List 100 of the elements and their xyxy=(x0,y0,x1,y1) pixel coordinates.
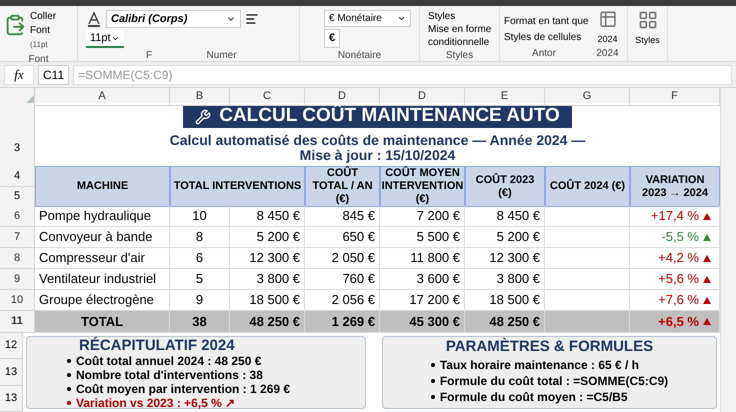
column-header[interactable]: B xyxy=(196,88,204,104)
font-size-dropdown[interactable]: 11pt xyxy=(86,30,124,48)
column-header[interactable]: A xyxy=(98,88,106,104)
group-label: Font xyxy=(27,53,50,67)
table-cell-text: 3 600 € xyxy=(416,270,460,288)
table-cell-text: 6 xyxy=(196,249,204,268)
variation-value: -5,5 % xyxy=(661,228,699,246)
bullet-icon xyxy=(430,379,435,383)
group-label: Antor xyxy=(531,47,557,61)
align-icon[interactable] xyxy=(245,12,259,26)
ribbon-command[interactable]: Styles xyxy=(428,10,491,23)
row-number: 13 xyxy=(4,391,18,406)
number-format-dropdown[interactable]: € Monétaire xyxy=(324,10,411,27)
font-dropdown[interactable]: Calibri (Corps) xyxy=(106,10,241,28)
table-cell-text: 5 500 € xyxy=(416,228,460,246)
subtitle: Calcul automatisé des coûts de maintenance — Année 2024 — xyxy=(170,133,586,148)
table-cell-text: 2 056 € xyxy=(332,291,375,310)
variation-value: +5,6 % xyxy=(658,270,699,288)
variation-value: +4,2 % xyxy=(658,249,699,268)
ribbon-command[interactable]: conditionnelle xyxy=(428,36,491,49)
table-cell-text: 3 800 € xyxy=(496,270,540,288)
bullet-item: Nombre total d'interventions : 38 xyxy=(76,368,263,382)
ribbon-command[interactable]: (11pt xyxy=(30,38,56,52)
title-banner: CALCUL COÛT MAINTENANCE AUTO xyxy=(183,106,572,128)
bullet-item: Formule du coût total : =SOMME(C5:C9) xyxy=(440,373,668,389)
table-cell-text: 5 xyxy=(196,270,204,288)
cell-styles-icon[interactable] xyxy=(638,10,658,30)
table-cell-text: 18 500 € xyxy=(249,291,300,310)
bullet-icon xyxy=(67,401,71,405)
table-cell-text: 17 200 € xyxy=(409,291,460,310)
ribbon-command[interactable]: 2024 xyxy=(597,32,618,46)
card-title: RÉCAPITULATIF 2024 xyxy=(79,337,236,354)
row-number: 7 xyxy=(14,230,20,245)
table-format-icon[interactable] xyxy=(598,10,618,28)
wrench-icon xyxy=(195,108,212,124)
table-cell-text: 11 800 € xyxy=(410,249,460,268)
table-cell-text: Compresseur d'air xyxy=(39,249,145,268)
column-heading: COÛT 2024 (€) xyxy=(545,166,630,207)
row-number: 12 xyxy=(4,338,18,354)
ribbon-command[interactable]: Font xyxy=(30,24,56,38)
ribbon-command[interactable]: Styles xyxy=(635,34,660,48)
table-cell-text: 12 300 € xyxy=(489,249,540,268)
column-header[interactable]: G xyxy=(582,88,592,104)
paste-icon[interactable] xyxy=(4,14,26,36)
group-label: 2024 xyxy=(596,47,619,61)
row-number: 9 xyxy=(14,272,20,287)
table-cell-text: 8 450 € xyxy=(256,207,300,226)
table-cell-text: Groupe électrogène xyxy=(39,291,154,310)
caret-icon xyxy=(397,14,406,23)
row-number: 4 xyxy=(14,168,20,184)
table-cell-text: 8 xyxy=(196,228,204,246)
table-cell-text: 845 € xyxy=(342,207,375,226)
table-cell-text: Pompe hydraulique xyxy=(39,207,152,226)
bullet-icon xyxy=(430,395,435,399)
group-label: Styles xyxy=(444,49,474,62)
ribbon-command[interactable]: Coller xyxy=(30,10,56,24)
column-heading: MACHINE xyxy=(35,166,170,207)
ribbon-command[interactable]: Styles de cellules xyxy=(504,30,584,46)
column-heading: COÛT MOYEN INTERVENTION (€) xyxy=(380,166,465,207)
table-cell-text: Convoyeur à bande xyxy=(39,228,152,246)
row-number: 8 xyxy=(14,250,20,266)
table-cell-text: 5 200 € xyxy=(256,228,300,246)
column-header[interactable]: C xyxy=(263,88,271,104)
group-label: Nonétaire xyxy=(336,48,382,62)
subtitle: Mise à jour : 15/10/2024 xyxy=(300,148,456,163)
scrollbar-track[interactable] xyxy=(720,88,736,412)
column-heading: VARIATION 2023 → 2024 xyxy=(630,166,720,207)
bullet-icon xyxy=(67,387,71,391)
bullet-item: Coût moyen par intervention : 1 269 € xyxy=(76,382,290,396)
bullet-item: Variation vs 2023 : +6,5 % ↗ xyxy=(76,396,236,410)
table-cell-text: 3 800 € xyxy=(256,270,300,288)
font-color-icon[interactable] xyxy=(86,11,102,27)
row-number: 10 xyxy=(10,292,24,308)
column-header[interactable]: D xyxy=(418,88,426,104)
variation-value: +6,5 % xyxy=(658,312,699,331)
column-header[interactable]: F xyxy=(671,88,678,104)
table-cell-text: Ventilateur industriel xyxy=(39,270,156,288)
bullet-item: Formule du coût moyen : =C5/B5 xyxy=(440,389,628,405)
group-label: Numer xyxy=(206,49,237,63)
table-cell-text: TOTAL xyxy=(80,312,124,331)
bullet-item: Taux horaire maintenance : 65 € / h xyxy=(440,357,640,373)
function-icon[interactable]: fx xyxy=(4,64,34,84)
table-cell-text: 45 300 € xyxy=(409,312,460,331)
group-label: F xyxy=(146,49,152,63)
card-title: PARAMÈTRES & FORMULES xyxy=(446,337,654,357)
column-header[interactable]: D xyxy=(338,88,346,104)
table-cell-text: 8 450 € xyxy=(496,207,540,226)
table-cell-text: 48 250 € xyxy=(489,312,540,331)
table-cell-text: 48 250 € xyxy=(249,312,300,331)
table-cell-text: 2 050 € xyxy=(332,249,375,268)
table-cell-text: 5 200 € xyxy=(496,228,540,246)
bullet-item: Coût total annuel 2024 : 48 250 € xyxy=(76,354,262,368)
name-box[interactable]: C11 xyxy=(38,64,70,84)
column-header[interactable]: E xyxy=(500,88,508,104)
table-cell-text: 38 xyxy=(192,312,207,331)
table-cell-text: 1 269 € xyxy=(332,312,375,331)
column-heading: COÛT TOTAL / AN (€) xyxy=(305,166,380,207)
currency-button[interactable]: € xyxy=(324,29,340,48)
column-heading: COÛT 2023 (€) xyxy=(465,166,545,207)
ribbon-command[interactable]: Mise en forme xyxy=(428,23,491,36)
